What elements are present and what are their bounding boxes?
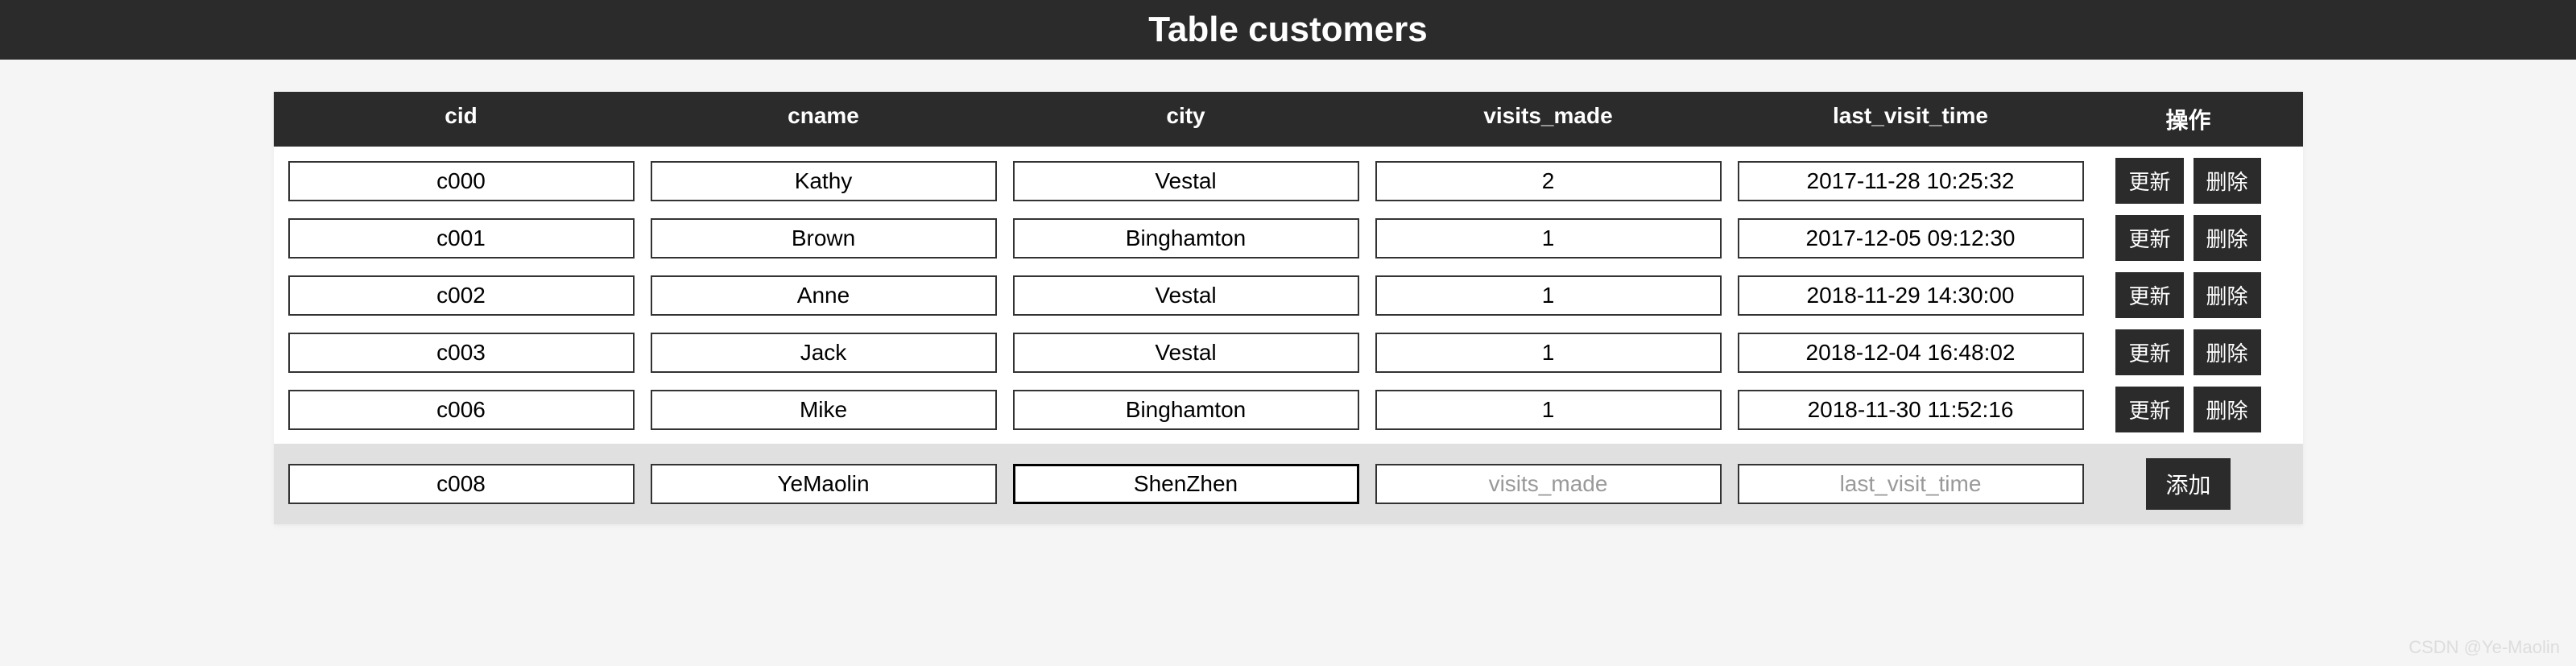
col-header-last-visit-time: last_visit_time [1738, 103, 2084, 135]
col-header-actions: 操作 [2100, 103, 2277, 135]
last-visit-time-input[interactable] [1738, 218, 2084, 259]
table-body: 更新 删除 更新 删除 更新 删除 [274, 147, 2303, 444]
visits-made-input[interactable] [1375, 161, 1722, 201]
col-header-city: city [1013, 103, 1359, 135]
table-row: 更新 删除 [274, 375, 2303, 432]
visits-made-input[interactable] [1375, 390, 1722, 430]
cid-input[interactable] [288, 275, 635, 316]
page-title: Table customers [0, 0, 2576, 60]
update-button[interactable]: 更新 [2115, 158, 2183, 204]
city-input[interactable] [1013, 333, 1359, 373]
watermark: CSDN @Ye-Maolin [2409, 637, 2560, 658]
table-container: cid cname city visits_made last_visit_ti… [274, 92, 2303, 524]
delete-button[interactable]: 删除 [2194, 387, 2261, 432]
add-city-input[interactable] [1013, 464, 1359, 504]
table-row: 更新 删除 [274, 318, 2303, 375]
add-last-visit-time-input[interactable] [1738, 464, 2084, 504]
delete-button[interactable]: 删除 [2194, 215, 2261, 261]
col-header-cid: cid [288, 103, 635, 135]
cname-input[interactable] [651, 275, 997, 316]
cname-input[interactable] [651, 390, 997, 430]
cname-input[interactable] [651, 333, 997, 373]
update-button[interactable]: 更新 [2115, 387, 2183, 432]
visits-made-input[interactable] [1375, 333, 1722, 373]
col-header-visits-made: visits_made [1375, 103, 1722, 135]
add-button[interactable]: 添加 [2146, 458, 2230, 510]
table-row: 更新 删除 [274, 204, 2303, 261]
add-cname-input[interactable] [651, 464, 997, 504]
last-visit-time-input[interactable] [1738, 161, 2084, 201]
visits-made-input[interactable] [1375, 218, 1722, 259]
delete-button[interactable]: 删除 [2194, 329, 2261, 375]
add-cid-input[interactable] [288, 464, 635, 504]
last-visit-time-input[interactable] [1738, 275, 2084, 316]
table-row: 更新 删除 [274, 261, 2303, 318]
update-button[interactable]: 更新 [2115, 215, 2183, 261]
update-button[interactable]: 更新 [2115, 329, 2183, 375]
cid-input[interactable] [288, 333, 635, 373]
cid-input[interactable] [288, 390, 635, 430]
city-input[interactable] [1013, 161, 1359, 201]
add-visits-made-input[interactable] [1375, 464, 1722, 504]
city-input[interactable] [1013, 390, 1359, 430]
table-row: 更新 删除 [274, 147, 2303, 204]
city-input[interactable] [1013, 275, 1359, 316]
last-visit-time-input[interactable] [1738, 390, 2084, 430]
cname-input[interactable] [651, 161, 997, 201]
visits-made-input[interactable] [1375, 275, 1722, 316]
cid-input[interactable] [288, 161, 635, 201]
city-input[interactable] [1013, 218, 1359, 259]
delete-button[interactable]: 删除 [2194, 272, 2261, 318]
delete-button[interactable]: 删除 [2194, 158, 2261, 204]
col-header-cname: cname [651, 103, 997, 135]
cid-input[interactable] [288, 218, 635, 259]
cname-input[interactable] [651, 218, 997, 259]
last-visit-time-input[interactable] [1738, 333, 2084, 373]
add-row: 添加 [274, 444, 2303, 524]
table-header: cid cname city visits_made last_visit_ti… [274, 92, 2303, 147]
update-button[interactable]: 更新 [2115, 272, 2183, 318]
